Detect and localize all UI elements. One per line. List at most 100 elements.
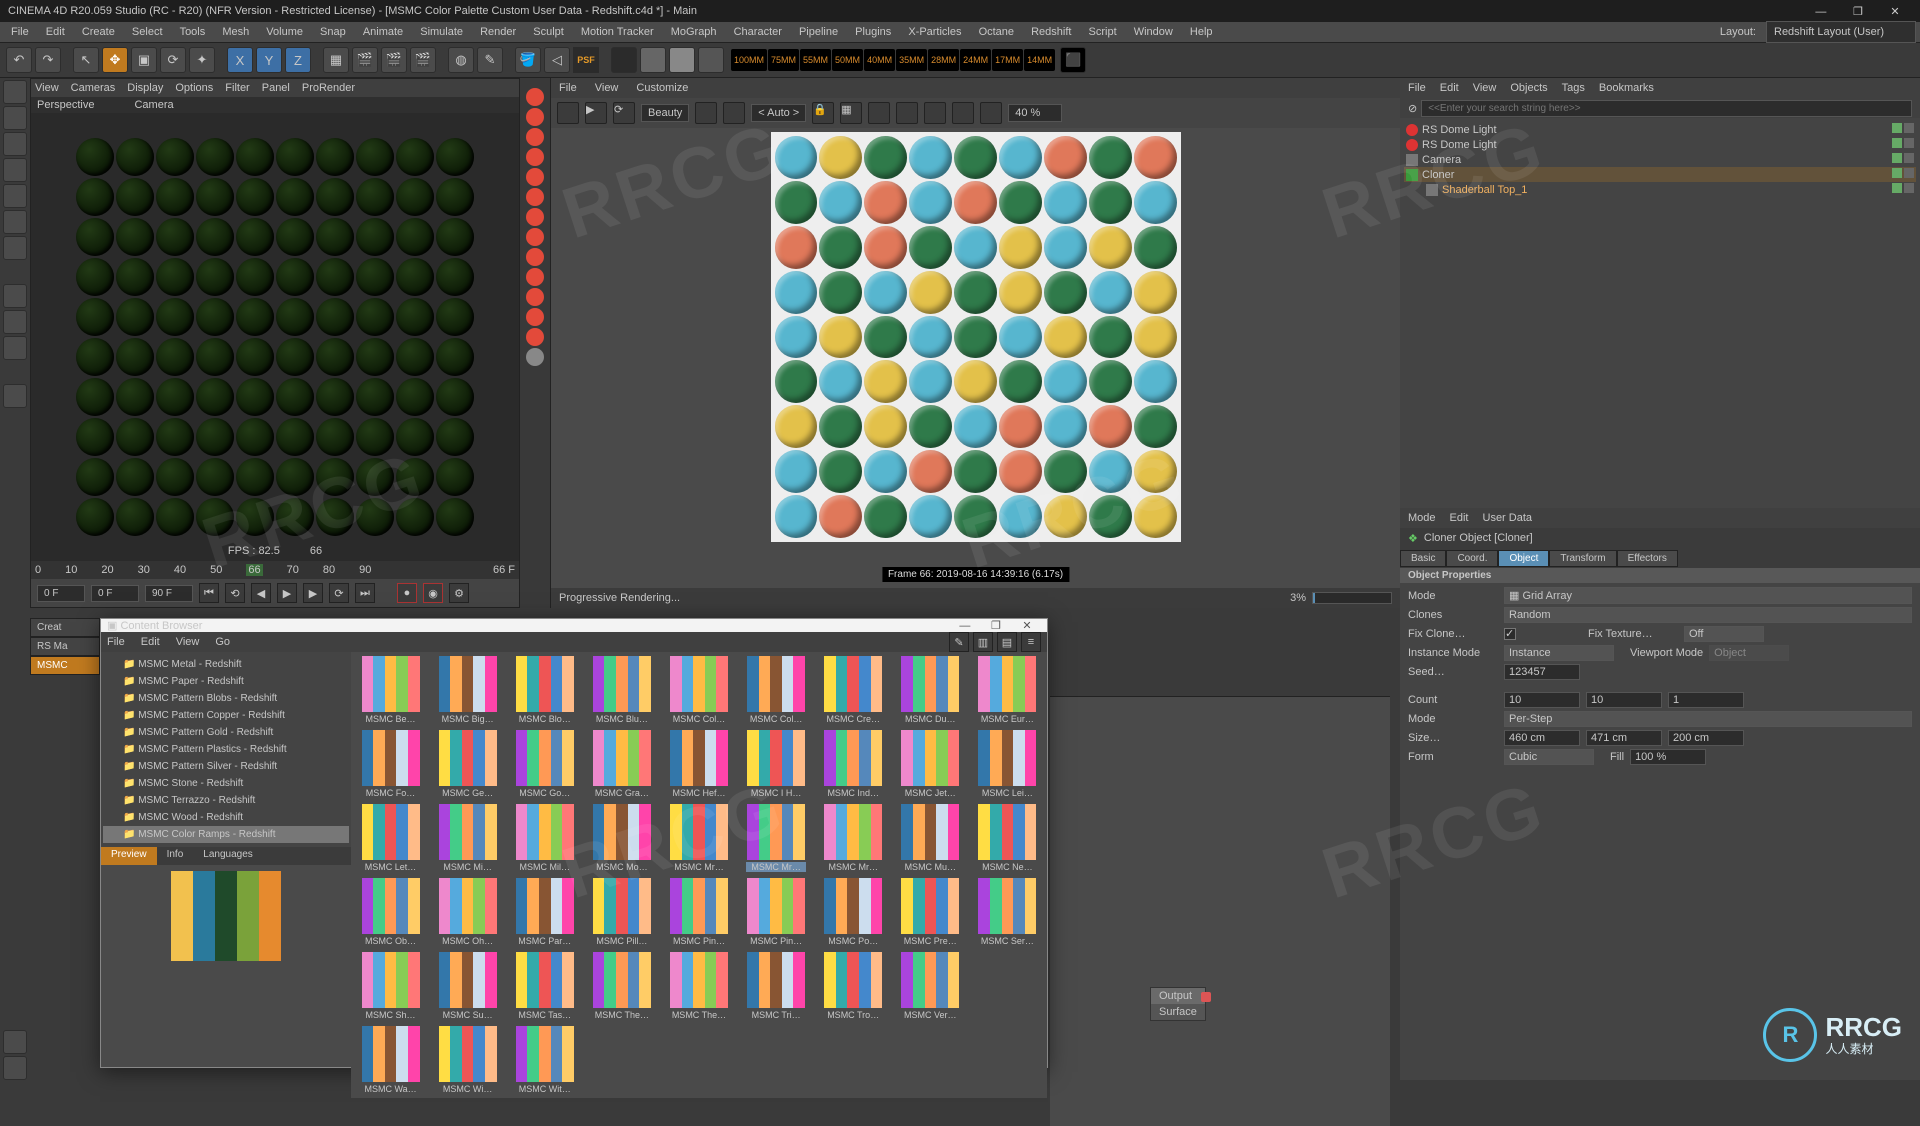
menu-snap[interactable]: Snap — [313, 22, 353, 42]
tree-item[interactable]: 📁 MSMC Paper - Redshift — [103, 673, 349, 690]
maximize-button[interactable]: ❐ — [1841, 5, 1875, 18]
palette-item[interactable]: MSMC Oh… — [432, 878, 503, 946]
tree-item[interactable]: 📁 MSMC Pattern Gold - Redshift — [103, 724, 349, 741]
palette-item[interactable]: MSMC Blo… — [509, 656, 580, 724]
palette-item[interactable]: MSMC Wa… — [355, 1026, 426, 1094]
palette-item[interactable]: MSMC Su… — [432, 952, 503, 1020]
clones-select[interactable]: Random — [1504, 607, 1912, 623]
attr-tab-coord[interactable]: Coord. — [1446, 550, 1498, 567]
vp-tab-camera[interactable]: Camera — [134, 99, 173, 111]
attr-tab-transform[interactable]: Transform — [1549, 550, 1616, 567]
menu-help[interactable]: Help — [1183, 22, 1220, 42]
rv-menu-view[interactable]: View — [595, 82, 619, 94]
last-tool[interactable]: ✦ — [189, 47, 215, 73]
palette-item[interactable]: MSMC Ver… — [895, 952, 966, 1020]
palette-item[interactable]: MSMC Pin… — [741, 878, 812, 946]
tree-item[interactable]: 📁 MSMC Pattern Copper - Redshift — [103, 707, 349, 724]
palette-item[interactable]: MSMC Blu… — [586, 656, 657, 724]
start-frame-field[interactable]: 0 F — [37, 585, 85, 602]
soft-select[interactable] — [3, 336, 27, 360]
menu-volume[interactable]: Volume — [259, 22, 310, 42]
palette-item[interactable]: MSMC Be… — [355, 656, 426, 724]
cb-tool-3[interactable]: ▤ — [997, 632, 1017, 652]
om-row[interactable]: Shaderball Top_1 — [1404, 182, 1916, 197]
mat-tab-create[interactable]: Creat — [30, 618, 100, 637]
om-menu-view[interactable]: View — [1473, 82, 1497, 94]
minimize-button[interactable]: — — [1804, 6, 1838, 18]
palette-item[interactable]: MSMC Ob… — [355, 878, 426, 946]
cube-primitive[interactable]: ▦ — [323, 47, 349, 73]
attr-tab-basic[interactable]: Basic — [1400, 550, 1446, 567]
menu-mograph[interactable]: MoGraph — [664, 22, 724, 42]
size-x[interactable]: 460 cm — [1504, 730, 1580, 746]
palette-item[interactable]: MSMC Tro… — [818, 952, 889, 1020]
menu-script[interactable]: Script — [1082, 22, 1124, 42]
menu-mesh[interactable]: Mesh — [215, 22, 256, 42]
lens-50[interactable]: 50MM — [832, 49, 863, 71]
palette-item[interactable]: MSMC Ge… — [432, 730, 503, 798]
palette-item[interactable]: MSMC Jet… — [895, 730, 966, 798]
om-row[interactable]: Cloner — [1404, 167, 1916, 182]
palette-item[interactable]: MSMC Col… — [663, 656, 734, 724]
mode-select[interactable]: ▦ Grid Array — [1504, 587, 1912, 604]
browser-tree[interactable]: 📁 MSMC Metal - Redshift📁 MSMC Paper - Re… — [101, 652, 351, 847]
rv-lock-icon[interactable]: 🔒 — [812, 102, 834, 124]
menu-render[interactable]: Render — [473, 22, 523, 42]
rv-copy-icon[interactable] — [980, 102, 1002, 124]
menu-file[interactable]: File — [4, 22, 36, 42]
swatch-light[interactable] — [669, 47, 695, 73]
step-fwd-button[interactable]: ⟳ — [329, 583, 349, 603]
palette-item[interactable]: MSMC Tri… — [741, 952, 812, 1020]
palette-item[interactable]: MSMC Lei… — [972, 730, 1043, 798]
pen-tool[interactable]: ✎ — [477, 47, 503, 73]
swatch-mid[interactable] — [640, 47, 666, 73]
palette-item[interactable]: MSMC Pin… — [663, 878, 734, 946]
tree-item[interactable]: 📁 MSMC Metal - Redshift — [103, 656, 349, 673]
rv-auto-select[interactable]: < Auto > — [751, 104, 806, 122]
cb-menu-view[interactable]: View — [176, 636, 200, 648]
menu-plugins[interactable]: Plugins — [848, 22, 898, 42]
palette-item[interactable]: MSMC The… — [586, 952, 657, 1020]
lens-custom[interactable]: ⬛ — [1060, 47, 1086, 73]
render-settings-button[interactable]: 🎬 — [410, 47, 436, 73]
palette-item[interactable]: MSMC Hef… — [663, 730, 734, 798]
rs-btn-12[interactable] — [526, 308, 544, 326]
rs-btn-6[interactable] — [526, 188, 544, 206]
cb-menu-file[interactable]: File — [107, 636, 125, 648]
om-menu-objects[interactable]: Objects — [1510, 82, 1547, 94]
rv-crop-icon[interactable] — [723, 102, 745, 124]
model-mode[interactable] — [3, 80, 27, 104]
lens-40[interactable]: 40MM — [864, 49, 895, 71]
seed-field[interactable]: 123457 — [1504, 664, 1580, 680]
om-search-input[interactable] — [1421, 100, 1912, 117]
rs-btn-4[interactable] — [526, 148, 544, 166]
palette-item[interactable]: MSMC Pre… — [895, 878, 966, 946]
cone-icon[interactable]: ◁ — [544, 47, 570, 73]
palette-item[interactable]: MSMC Ind… — [818, 730, 889, 798]
palette-item[interactable]: MSMC Let… — [355, 804, 426, 872]
lens-55[interactable]: 55MM — [800, 49, 831, 71]
fill-field[interactable]: 100 % — [1630, 749, 1706, 765]
play-button[interactable]: ▶ — [277, 583, 297, 603]
close-button[interactable]: ✕ — [1878, 5, 1912, 18]
object-manager-tree[interactable]: RS Dome LightRS Dome LightCameraClonerSh… — [1400, 118, 1920, 508]
node-editor[interactable]: Output Surface — [1050, 696, 1390, 1126]
tree-item[interactable]: 📁 MSMC Wood - Redshift — [103, 809, 349, 826]
point-mode[interactable] — [3, 158, 27, 182]
palette-item[interactable]: MSMC Ne… — [972, 804, 1043, 872]
palette-item[interactable]: MSMC Mil… — [509, 804, 580, 872]
lens-24[interactable]: 24MM — [960, 49, 991, 71]
menu-sculpt[interactable]: Sculpt — [526, 22, 571, 42]
tree-item[interactable]: 📁 MSMC Pattern Silver - Redshift — [103, 758, 349, 775]
step-back-button[interactable]: ⟲ — [225, 583, 245, 603]
palette-item[interactable]: MSMC Du… — [895, 656, 966, 724]
render-canvas[interactable]: Frame 66: 2019-08-16 14:39:16 (6.17s) — [551, 128, 1400, 588]
move-tool[interactable]: ✥ — [102, 47, 128, 73]
psf-button[interactable]: PSF — [573, 47, 599, 73]
rv-play-icon[interactable]: ▶ — [585, 102, 607, 124]
size-z[interactable]: 200 cm — [1668, 730, 1744, 746]
prev-frame-button[interactable]: ◀ — [251, 583, 271, 603]
layout-dropdown[interactable]: Redshift Layout (User) — [1766, 21, 1916, 43]
menu-edit[interactable]: Edit — [39, 22, 72, 42]
locked-wp[interactable] — [3, 384, 27, 408]
